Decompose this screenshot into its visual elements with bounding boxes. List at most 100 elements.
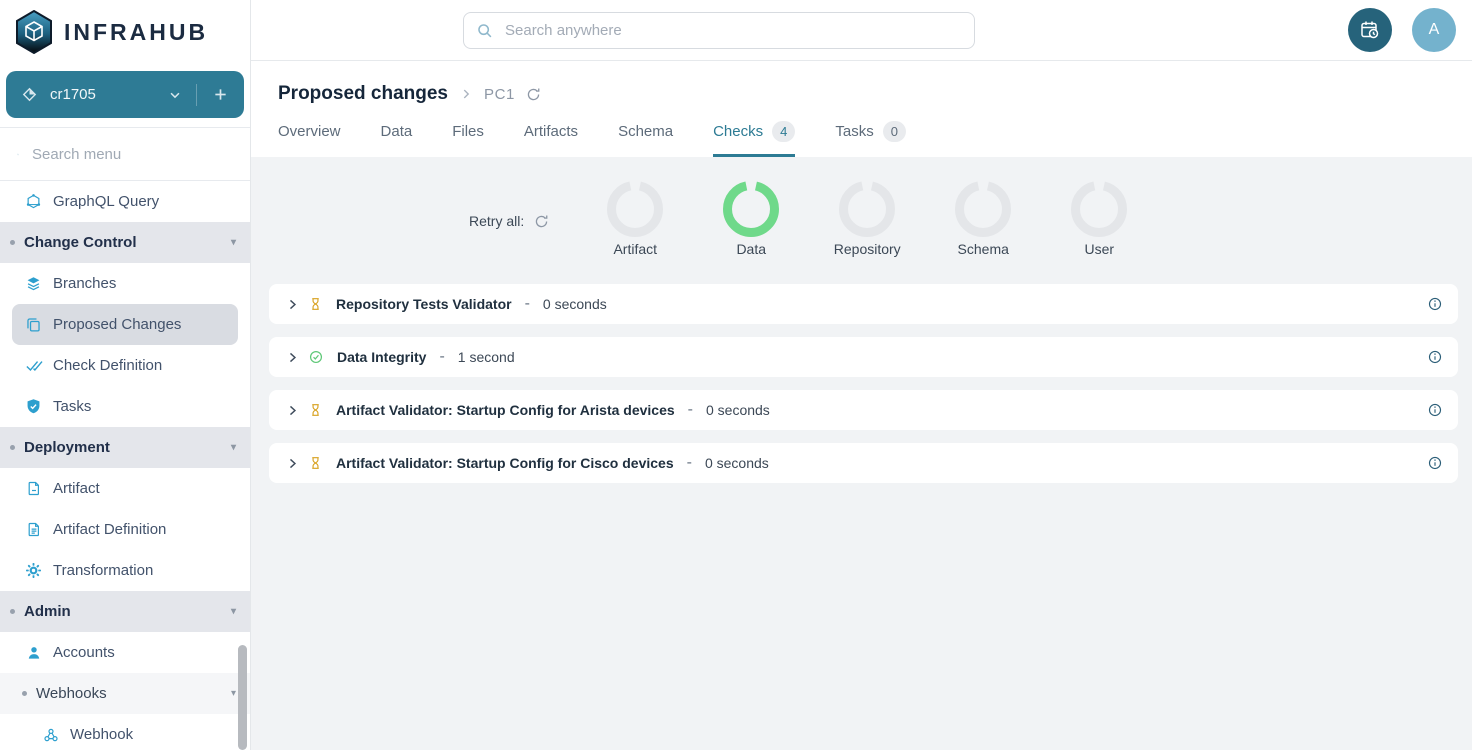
breadcrumb-current: PC1 [484,86,515,103]
validator-row-repository-tests-validator[interactable]: Repository Tests Validator-0 seconds [269,284,1458,324]
tab-checks[interactable]: Checks 4 [713,121,795,157]
check-ring-schema[interactable]: Schema [943,181,1023,257]
tab-label: Files [452,123,484,140]
sidebar-item-branches[interactable]: Branches [0,263,250,304]
tab-overview[interactable]: Overview [278,121,341,157]
sidebar-item-graphql-query[interactable]: GraphQL Query [0,181,250,222]
sidebar-item-change-control[interactable]: Change Control▾ [0,222,250,263]
brand-name: INFRAHUB [64,19,208,46]
sidebar-item-webhooks[interactable]: Webhooks▾ [0,673,250,714]
sidebar-search[interactable] [0,127,250,181]
checks-content: Retry all: Artifact Data Repository Schema U… [251,157,1472,750]
branch-selector[interactable]: cr1705 [6,71,244,118]
chevron-right-icon[interactable] [286,298,299,311]
ring-label: Schema [958,241,1009,257]
avatar[interactable]: A [1412,8,1456,52]
sidebar-scrollbar[interactable] [238,645,247,750]
validator-row-artifact-validator-startup-config-for-cisco-devices[interactable]: Artifact Validator: Startup Config for C… [269,443,1458,483]
branch-icon [22,87,37,102]
chevron-down-icon[interactable] [162,82,188,108]
check-definition-icon [24,358,43,374]
tab-label: Checks [713,123,763,140]
transformation-icon [24,562,43,579]
sidebar-section-label: Webhooks [36,685,222,702]
refresh-icon[interactable] [526,87,541,102]
progress-ring-icon [839,181,895,237]
ring-label: Repository [834,241,901,257]
tab-artifacts[interactable]: Artifacts [524,121,578,157]
logo[interactable]: INFRAHUB [0,0,250,62]
global-search-input[interactable] [503,21,962,40]
tab-badge: 4 [772,121,795,142]
check-ring-repository[interactable]: Repository [827,181,907,257]
info-icon[interactable] [1428,403,1442,417]
global-search[interactable] [463,12,975,49]
schedule-button[interactable] [1348,8,1392,52]
validator-row-data-integrity[interactable]: Data Integrity-1 second [269,337,1458,377]
validator-name: Artifact Validator: Startup Config for C… [336,455,674,471]
sidebar-item-check-definition[interactable]: Check Definition [0,345,250,386]
tab-badge: 0 [883,121,906,142]
tab-data[interactable]: Data [381,121,413,157]
sidebar-item-webhook[interactable]: Webhook [0,714,250,750]
sidebar-nav: GraphQL QueryChange Control▾BranchesProp… [0,181,250,750]
sidebar-item-transformation[interactable]: Transformation [0,550,250,591]
branch-divider [196,84,197,106]
accounts-icon [24,645,43,661]
tab-label: Schema [618,123,673,140]
avatar-initial: A [1429,21,1440,39]
sidebar-item-tasks[interactable]: Tasks [0,386,250,427]
sidebar-item-proposed-changes[interactable]: Proposed Changes [12,304,238,345]
progress-ring-icon [607,181,663,237]
info-icon[interactable] [1428,297,1442,311]
ring-label: User [1084,241,1114,257]
sidebar-item-label: Artifact Definition [53,521,166,538]
hourglass-icon [309,456,322,470]
validator-row-artifact-validator-startup-config-for-arista-devices[interactable]: Artifact Validator: Startup Config for A… [269,390,1458,430]
sidebar-section-label: Deployment [24,439,222,456]
artifact-definition-icon [24,521,43,538]
sidebar-item-artifact[interactable]: Artifact [0,468,250,509]
separator-dash: - [688,401,693,419]
sidebar-section-label: Admin [24,603,222,620]
webhook-icon [41,727,60,743]
tab-files[interactable]: Files [452,121,484,157]
retry-all-label: Retry all: [469,213,524,229]
sidebar-item-deployment[interactable]: Deployment▾ [0,427,250,468]
main-area: A Proposed changes PC1 Overview Data Files… [251,0,1472,750]
tasks-icon [24,398,43,415]
tab-tasks[interactable]: Tasks0 [835,121,906,157]
tab-label: Data [381,123,413,140]
bullet-icon [10,240,15,245]
bullet-icon [10,445,15,450]
sidebar-search-input[interactable] [30,145,233,164]
sidebar-item-accounts[interactable]: Accounts [0,632,250,673]
tab-schema[interactable]: Schema [618,121,673,157]
sidebar-item-admin[interactable]: Admin ▾ [0,591,250,632]
check-ring-data[interactable]: Data [711,181,791,257]
check-ring-user[interactable]: User [1059,181,1139,257]
separator-dash: - [687,454,692,472]
tab-label: Overview [278,123,341,140]
bullet-icon [22,691,27,696]
info-icon[interactable] [1428,350,1442,364]
validator-list: Repository Tests Validator-0 seconds Data… [269,284,1458,483]
validator-duration: 0 seconds [705,455,769,471]
retry-all: Retry all: [469,213,549,229]
collapse-triangle-icon: ▾ [231,606,236,617]
sidebar-item-label: Branches [53,275,116,292]
info-icon[interactable] [1428,456,1442,470]
sidebar-item-label: Transformation [53,562,153,579]
add-branch-button[interactable] [205,81,236,108]
retry-all-refresh-icon[interactable] [534,214,549,229]
sidebar: INFRAHUB cr1705 GraphQL QueryChange Cont… [0,0,251,750]
breadcrumb-title[interactable]: Proposed changes [278,83,448,105]
check-ring-artifact[interactable]: Artifact [595,181,675,257]
chevron-right-icon [459,87,473,101]
sidebar-section-label: Change Control [24,234,222,251]
chevron-right-icon[interactable] [286,457,299,470]
chevron-right-icon[interactable] [286,351,299,364]
artifact-icon [24,480,43,497]
chevron-right-icon[interactable] [286,404,299,417]
sidebar-item-artifact-definition[interactable]: Artifact Definition [0,509,250,550]
